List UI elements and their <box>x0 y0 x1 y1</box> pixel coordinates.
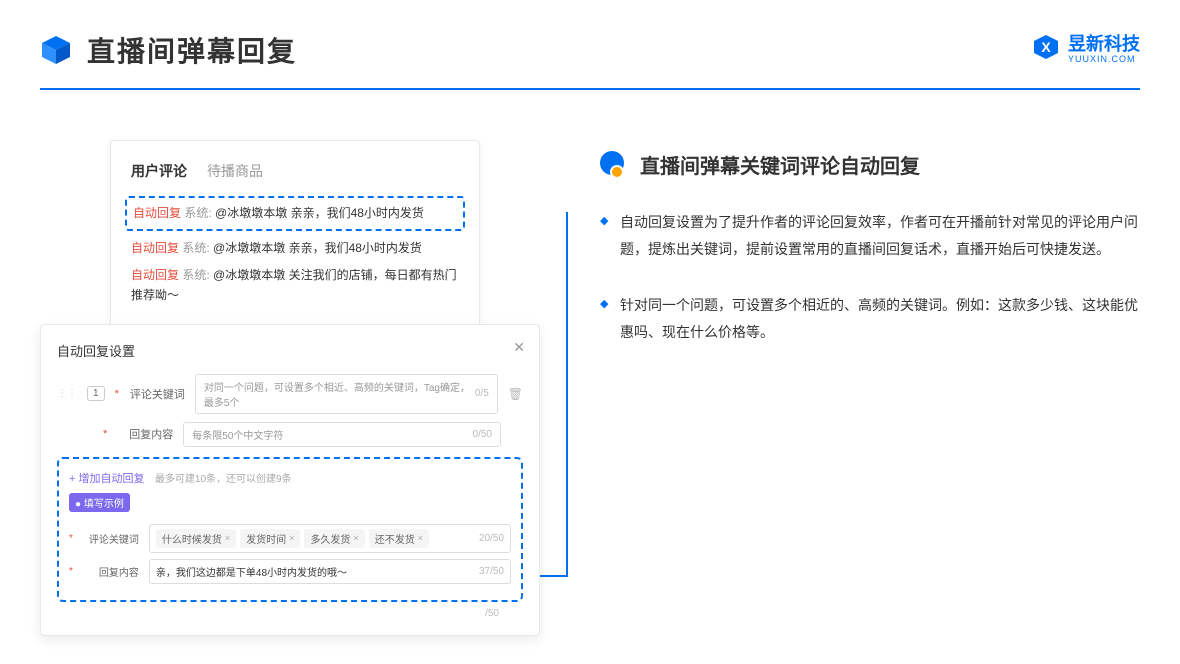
keyword-label: 评论关键词 <box>129 386 185 402</box>
keyword-input[interactable]: 对同一个问题，可设置多个相近、高频的关键词，Tag确定，最多5个 0/5 <box>195 374 498 414</box>
tag-remove-icon[interactable]: × <box>225 533 230 543</box>
brand-icon: X <box>1032 33 1060 61</box>
page-title: 直播间弹幕回复 <box>87 30 297 70</box>
brand-logo: X 昱新科技 YUUXIN.COM <box>1032 30 1140 64</box>
section-title: 直播间弹幕关键词评论自动回复 <box>640 150 920 179</box>
outer-counter: /50 <box>57 608 523 619</box>
rule-index: 1 <box>87 386 105 401</box>
auto-reply-settings-dialog: 自动回复设置 ✕ ⋮⋮ 1 * 评论关键词 对同一个问题，可设置多个相近、高频的… <box>40 324 540 636</box>
bullet-1: 自动回复设置为了提升作者的评论回复效率，作者可在开播前针对常见的评论用户问题，提… <box>600 209 1140 262</box>
keyword-row: ⋮⋮ 1 * 评论关键词 对同一个问题，可设置多个相近、高频的关键词，Tag确定… <box>57 374 523 414</box>
keyword-tag[interactable]: 多久发货× <box>304 529 364 548</box>
keyword-tag[interactable]: 还不发货× <box>369 529 429 548</box>
comment-row-highlighted: 自动回复 系统: @冰墩墩本墩 亲亲，我们48小时内发货 <box>125 196 465 231</box>
example-content-row: * 回复内容 亲，我们这边都是下单48小时内发货的哦～ 37/50 <box>69 559 511 584</box>
tag-remove-icon[interactable]: × <box>353 533 358 543</box>
add-hint: 最多可建10条，还可以创建9条 <box>155 474 292 485</box>
example-badge: ● 填写示例 <box>69 493 130 512</box>
brand-name: 昱新科技 <box>1068 30 1140 56</box>
bullet-2: 针对同一个问题，可设置多个相近的、高频的关键词。例如：这款多少钱、这块能优惠吗、… <box>600 292 1140 345</box>
example-section: + 增加自动回复 最多可建10条，还可以创建9条 ● 填写示例 * 评论关键词 … <box>57 457 523 602</box>
tag-remove-icon[interactable]: × <box>289 533 294 543</box>
bubble-icon <box>600 151 628 179</box>
trash-icon[interactable]: 🗑 <box>508 387 523 401</box>
tag-remove-icon[interactable]: × <box>418 533 423 543</box>
tab-products[interactable]: 待播商品 <box>207 161 263 181</box>
content-row: * 回复内容 每条限50个中文字符 0/50 <box>57 422 523 447</box>
keyword-tag[interactable]: 什么时候发货× <box>156 529 236 548</box>
close-icon[interactable]: ✕ <box>513 339 525 356</box>
content-input[interactable]: 每条限50个中文字符 0/50 <box>183 422 501 447</box>
keyword-tag[interactable]: 发货时间× <box>240 529 300 548</box>
comment-row: 自动回复 系统: @冰墩墩本墩 关注我们的店铺，每日都有热门推荐呦～ <box>131 266 459 304</box>
dialog-title: 自动回复设置 <box>57 341 523 360</box>
example-keyword-input[interactable]: 什么时候发货×发货时间×多久发货×还不发货× 20/50 <box>149 524 511 553</box>
brand-sub: YUUXIN.COM <box>1068 54 1140 64</box>
tab-user-comments[interactable]: 用户评论 <box>131 161 187 181</box>
page-header: 直播间弹幕回复 X 昱新科技 YUUXIN.COM <box>0 0 1180 70</box>
cube-icon <box>40 34 72 66</box>
content-label: 回复内容 <box>117 426 173 442</box>
explanation-panel: 直播间弹幕关键词评论自动回复 自动回复设置为了提升作者的评论回复效率，作者可在开… <box>600 140 1140 636</box>
screenshot-composite: 用户评论 待播商品 自动回复 系统: @冰墩墩本墩 亲亲，我们48小时内发货 自… <box>40 140 540 636</box>
drag-handle-icon[interactable]: ⋮⋮ <box>57 388 77 399</box>
example-keyword-row: * 评论关键词 什么时候发货×发货时间×多久发货×还不发货× 20/50 <box>69 524 511 553</box>
comments-panel: 用户评论 待播商品 自动回复 系统: @冰墩墩本墩 亲亲，我们48小时内发货 自… <box>110 140 480 334</box>
comment-row: 自动回复 系统: @冰墩墩本墩 亲亲，我们48小时内发货 <box>131 239 459 258</box>
example-content-input[interactable]: 亲，我们这边都是下单48小时内发货的哦～ 37/50 <box>149 559 511 584</box>
add-auto-reply-link[interactable]: + 增加自动回复 <box>69 473 144 485</box>
svg-text:X: X <box>1041 39 1051 55</box>
connector-line <box>540 212 568 577</box>
